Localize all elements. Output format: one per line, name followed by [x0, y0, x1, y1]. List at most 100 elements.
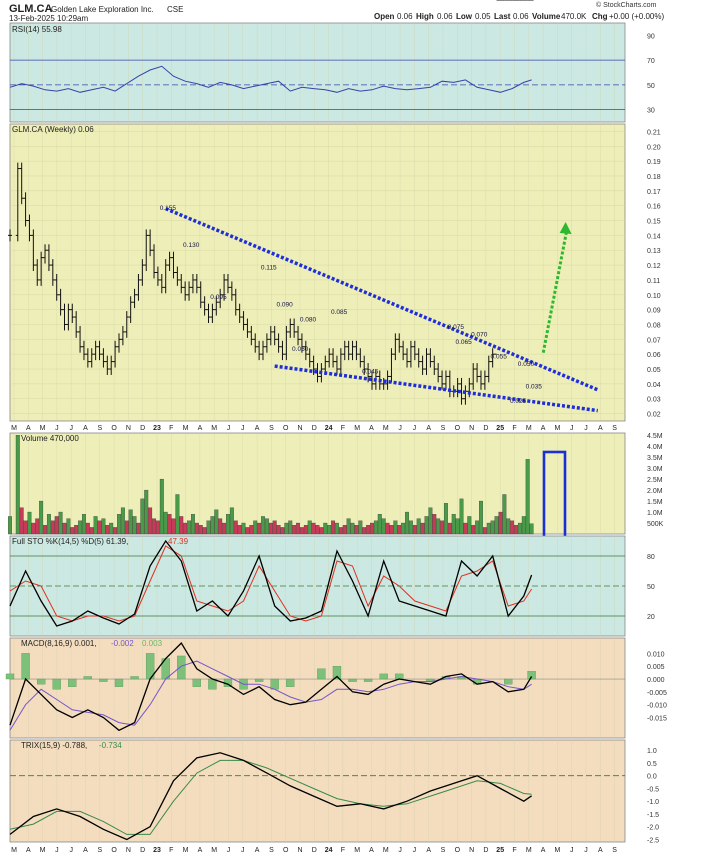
price-annotation: 0.035: [526, 383, 543, 390]
price-annotation: 0.085: [331, 309, 348, 316]
macd-histogram-bar: [52, 678, 61, 690]
volume-bar: [471, 525, 476, 535]
volume-bar: [167, 514, 172, 535]
volume-bar: [264, 518, 269, 535]
x-axis-label: S: [269, 425, 274, 432]
volume-bar: [113, 527, 118, 535]
macd-histogram-bar: [36, 678, 46, 685]
macd-tick-label: 0.005: [647, 664, 665, 671]
price-tick-label: 0.07: [647, 337, 661, 344]
price-tick-label: 0.21: [647, 129, 661, 136]
volume-bar: [229, 507, 234, 535]
x-axis-label: D: [140, 425, 145, 432]
volume-bar: [463, 522, 468, 535]
macd-background: [9, 637, 626, 739]
price-tick-label: 0.19: [647, 159, 661, 166]
volume-bar: [412, 525, 417, 535]
price-tick-label: 0.15: [647, 219, 661, 226]
x-axis-label: 24: [325, 847, 333, 854]
price-tick-label: 0.09: [647, 308, 661, 315]
volume-bar: [432, 514, 437, 535]
chg-label: Chg: [592, 12, 608, 21]
volume-bar: [514, 525, 518, 535]
macd-histogram-bar: [379, 673, 388, 680]
x-axis-label: S: [441, 425, 446, 432]
volume-bar: [175, 494, 180, 535]
volume-bar: [529, 523, 534, 535]
volume-bar: [319, 527, 324, 535]
price-tick-label: 0.10: [647, 293, 661, 300]
x-axis-label: J: [413, 425, 417, 432]
trix-background: [9, 739, 626, 843]
volume-bar: [358, 520, 363, 535]
volume-bar: [373, 520, 378, 535]
volume-bar: [241, 522, 246, 535]
volume-bar: [163, 511, 168, 535]
copyright: © StockCharts.com: [596, 1, 657, 9]
volume-bar: [54, 516, 59, 535]
volume-tick-label: 1.5M: [647, 499, 663, 506]
volume-bar: [377, 514, 382, 535]
x-axis-label: M: [383, 425, 389, 432]
x-axis-label: A: [26, 425, 31, 432]
volume-bar: [385, 522, 390, 535]
volume-bar: [272, 520, 277, 535]
volume-label: Volume: [532, 12, 561, 21]
x-axis-label: S: [97, 847, 102, 854]
volume-bar: [39, 500, 44, 535]
price-tick-label: 0.05: [647, 367, 661, 374]
macd-histogram-bar: [114, 678, 124, 687]
price-tick-label: 0.17: [647, 189, 661, 196]
rsi-background: [9, 22, 626, 123]
macd-histogram-bar: [363, 678, 373, 682]
volume-bar: [120, 507, 125, 535]
price-annotation: 0.130: [183, 242, 200, 249]
x-axis-label: M: [211, 847, 217, 854]
x-axis-label: J: [69, 425, 73, 432]
trix-legend-signal: -0.734: [99, 741, 122, 750]
volume-bar: [183, 522, 188, 535]
x-axis-label: J: [584, 847, 588, 854]
x-axis-label: N: [469, 847, 474, 854]
volume-bar: [510, 520, 515, 535]
volume-bar: [179, 516, 184, 535]
x-axis-label: J: [584, 425, 588, 432]
x-axis-label: M: [40, 847, 46, 854]
volume-tick-label: 3.0M: [647, 466, 663, 473]
x-axis-label: A: [26, 847, 31, 854]
x-axis-label: J: [227, 425, 231, 432]
x-axis-label: D: [483, 847, 488, 854]
x-axis-label: M: [11, 425, 17, 432]
volume-bar: [187, 520, 192, 535]
x-axis-label: J: [570, 425, 574, 432]
macd-tick-label: 0.010: [647, 651, 665, 658]
x-axis-label: S: [612, 425, 617, 432]
price-tick-label: 0.16: [647, 204, 661, 211]
volume-tick-label: 2.5M: [647, 477, 663, 484]
x-axis-label: 24: [325, 425, 333, 432]
volume-bar: [521, 516, 526, 535]
header-datetime: 13-Feb-2025 10:29am: [9, 14, 89, 23]
trix-tick-label: -2.0: [647, 825, 659, 832]
volume-bar: [370, 522, 374, 535]
x-axis-label: A: [426, 847, 431, 854]
volume-bar: [315, 525, 320, 535]
x-axis-label: F: [512, 425, 516, 432]
open-value: 0.06: [397, 12, 413, 21]
x-axis-label: A: [426, 425, 431, 432]
volume-bar: [494, 516, 499, 535]
x-axis-label: S: [97, 425, 102, 432]
volume-bar: [132, 516, 137, 535]
bottom-x-axis: M A M J J A S O N D 23 F M A M J J A S O N D 24 F M A M J J A S O N D 25 F M…: [11, 847, 617, 854]
volume-bar: [366, 525, 371, 535]
volume-bar: [245, 527, 250, 535]
price-annotation: 0.155: [160, 205, 177, 212]
macd-histogram-bar: [348, 678, 357, 682]
x-axis-label: A: [541, 425, 546, 432]
x-axis-label: M: [354, 847, 360, 854]
volume-bar: [323, 522, 328, 535]
volume-bar: [261, 516, 265, 535]
macd-legend-hist: 0.003: [142, 639, 163, 648]
sto-tick-label: 20: [647, 614, 655, 621]
volume-bar: [354, 525, 359, 535]
